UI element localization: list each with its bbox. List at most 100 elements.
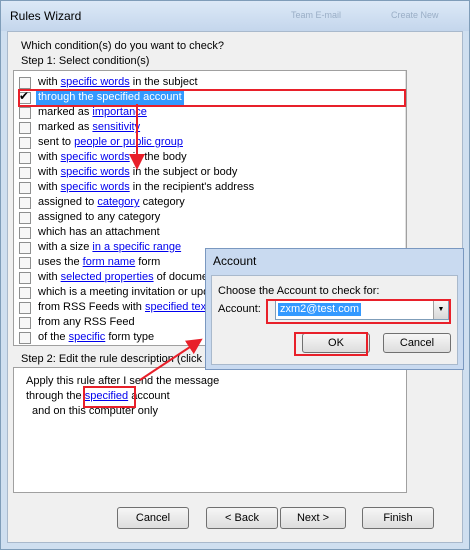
back-button[interactable]: < Back bbox=[206, 507, 278, 529]
condition-label: from any RSS Feed bbox=[38, 315, 135, 330]
condition-checkbox[interactable] bbox=[19, 287, 31, 299]
condition-text: form bbox=[135, 256, 161, 268]
condition-row[interactable]: assigned to any category bbox=[14, 210, 384, 225]
condition-row[interactable]: which has an attachment bbox=[14, 225, 384, 240]
condition-checkbox[interactable] bbox=[19, 137, 31, 149]
condition-link[interactable]: specific bbox=[69, 331, 106, 343]
condition-link[interactable]: sensitivity bbox=[92, 121, 140, 133]
cancel-button[interactable]: Cancel bbox=[117, 507, 189, 529]
condition-checkbox[interactable] bbox=[19, 242, 31, 254]
condition-text: uses the bbox=[38, 256, 83, 268]
next-button[interactable]: Next > bbox=[280, 507, 346, 529]
description-text: through the bbox=[26, 390, 85, 402]
condition-link[interactable]: importance bbox=[92, 106, 146, 118]
condition-row[interactable]: with specific words in the recipient's a… bbox=[14, 180, 384, 195]
condition-text: assigned to bbox=[38, 196, 98, 208]
step1-label: Step 1: Select condition(s) bbox=[21, 55, 150, 67]
condition-checkbox[interactable] bbox=[19, 182, 31, 194]
condition-link[interactable]: specific words bbox=[61, 166, 130, 178]
condition-label: with specific words in the subject or bo… bbox=[38, 165, 237, 180]
condition-text: in the body bbox=[129, 151, 187, 163]
condition-link[interactable]: people or public group bbox=[74, 136, 183, 148]
condition-checkbox[interactable] bbox=[19, 197, 31, 209]
condition-text: from any RSS Feed bbox=[38, 316, 135, 328]
condition-row[interactable]: marked as sensitivity bbox=[14, 120, 384, 135]
condition-text: assigned to any category bbox=[38, 211, 161, 223]
ok-button[interactable]: OK bbox=[302, 333, 370, 353]
condition-checkbox[interactable] bbox=[19, 272, 31, 284]
condition-checkbox[interactable] bbox=[19, 317, 31, 329]
condition-link[interactable]: specified tex bbox=[145, 301, 206, 313]
condition-checkbox[interactable] bbox=[19, 302, 31, 314]
condition-text: of docume bbox=[153, 271, 208, 283]
condition-row[interactable]: through the specified account bbox=[14, 89, 384, 105]
condition-row[interactable]: sent to people or public group bbox=[14, 135, 384, 150]
account-cancel-button[interactable]: Cancel bbox=[383, 333, 451, 353]
description-line: and on this computer only bbox=[32, 405, 158, 417]
condition-link[interactable]: form name bbox=[83, 256, 136, 268]
title-bar: Rules Wizard Team E-mail Create New bbox=[1, 1, 469, 31]
condition-checkbox[interactable] bbox=[19, 167, 31, 179]
account-select[interactable]: zxm2@test.com ▼ bbox=[275, 300, 449, 320]
condition-checkbox[interactable] bbox=[19, 212, 31, 224]
condition-link[interactable]: selected properties bbox=[61, 271, 154, 283]
condition-link[interactable]: in a specific range bbox=[92, 241, 181, 253]
condition-label: marked as sensitivity bbox=[38, 120, 140, 135]
chevron-down-icon[interactable]: ▼ bbox=[433, 301, 448, 319]
condition-row[interactable]: with specific words in the body bbox=[14, 150, 384, 165]
condition-text: with bbox=[38, 181, 61, 193]
condition-text: which has an attachment bbox=[38, 226, 160, 238]
condition-link[interactable]: specific words bbox=[61, 181, 130, 193]
finish-button[interactable]: Finish bbox=[362, 507, 434, 529]
condition-label: of the specific form type bbox=[38, 330, 154, 345]
condition-label: with a size in a specific range bbox=[38, 240, 181, 255]
condition-label: with selected properties of docume bbox=[38, 270, 208, 285]
step-question: Which condition(s) do you want to check? bbox=[21, 40, 224, 52]
condition-text: of the bbox=[38, 331, 69, 343]
condition-label: sent to people or public group bbox=[38, 135, 183, 150]
condition-text: in the subject bbox=[129, 76, 198, 88]
condition-text: with bbox=[38, 76, 61, 88]
condition-text: which is a meeting invitation or upd bbox=[38, 286, 210, 298]
condition-checkbox[interactable] bbox=[19, 122, 31, 134]
description-line: through the specified account bbox=[26, 390, 170, 402]
condition-label: assigned to any category bbox=[38, 210, 160, 225]
condition-row[interactable]: assigned to category category bbox=[14, 195, 384, 210]
condition-text: marked as bbox=[38, 106, 93, 118]
condition-link[interactable]: category bbox=[97, 196, 139, 208]
condition-label: uses the form name form bbox=[38, 255, 160, 270]
condition-label: with specific words in the body bbox=[38, 150, 187, 165]
condition-row[interactable]: with specific words in the subject bbox=[14, 75, 384, 90]
description-line: Apply this rule after I send the message bbox=[26, 375, 220, 387]
specified-account-link[interactable]: specified bbox=[85, 390, 128, 402]
condition-checkbox[interactable] bbox=[19, 257, 31, 269]
ghost-tab-label: Create New bbox=[391, 10, 439, 20]
account-dialog-title: Account bbox=[213, 254, 257, 268]
condition-label: through the specified account bbox=[36, 90, 184, 105]
condition-row[interactable]: marked as importance bbox=[14, 105, 384, 120]
ghost-tab-label: Team E-mail bbox=[291, 10, 342, 20]
condition-text: through the specified account bbox=[38, 91, 182, 103]
condition-label: from RSS Feeds with specified tex bbox=[38, 300, 206, 315]
condition-checkbox[interactable] bbox=[19, 107, 31, 119]
condition-text: in the recipient's address bbox=[129, 181, 255, 193]
rule-description-box: Apply this rule after I send the message… bbox=[13, 367, 407, 493]
condition-text: in the subject or body bbox=[129, 166, 238, 178]
condition-checkbox[interactable] bbox=[19, 227, 31, 239]
condition-checkbox[interactable] bbox=[19, 332, 31, 344]
condition-link[interactable]: specific words bbox=[61, 76, 130, 88]
condition-row[interactable]: with specific words in the subject or bo… bbox=[14, 165, 384, 180]
condition-text: category bbox=[139, 196, 185, 208]
condition-checkbox[interactable] bbox=[19, 77, 31, 89]
condition-text: with bbox=[38, 166, 61, 178]
condition-label: assigned to category category bbox=[38, 195, 185, 210]
account-dialog: Account Choose the Account to check for:… bbox=[205, 248, 464, 370]
condition-text: from RSS Feeds with bbox=[38, 301, 145, 313]
account-prompt: Choose the Account to check for: bbox=[218, 285, 380, 297]
condition-checkbox[interactable] bbox=[19, 89, 31, 104]
condition-label: with specific words in the subject bbox=[38, 75, 198, 90]
condition-checkbox[interactable] bbox=[19, 152, 31, 164]
account-dialog-body: Choose the Account to check for: Account… bbox=[211, 275, 458, 365]
condition-link[interactable]: specific words bbox=[61, 151, 130, 163]
condition-label: which is a meeting invitation or upd bbox=[38, 285, 209, 300]
